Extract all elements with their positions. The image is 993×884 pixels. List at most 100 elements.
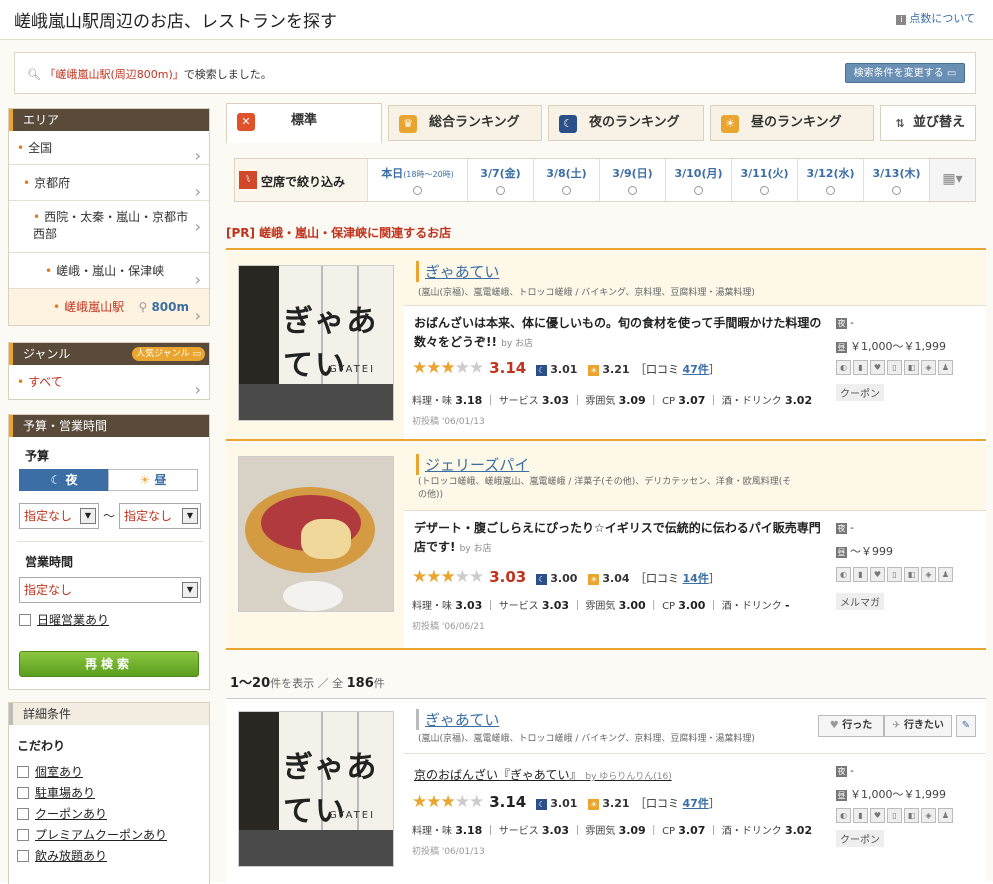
tab-overall-ranking[interactable]: ♛ 総合ランキング	[388, 105, 542, 141]
date-radio[interactable]	[892, 186, 901, 195]
budget-max-select[interactable]: 指定なし ▼	[119, 503, 201, 529]
budget-min-select[interactable]: 指定なし ▼	[19, 503, 99, 529]
date-cell[interactable]: 3/7(金)	[467, 159, 533, 201]
genre-item-all[interactable]: • すべて	[9, 365, 209, 407]
sun-icon: ☀	[588, 573, 600, 585]
tab-standard[interactable]: ✕ 標準	[226, 103, 382, 143]
date-label: 3/7(金)	[480, 167, 521, 180]
cp-score: 3.07	[678, 394, 706, 407]
check-all-you-can-drink[interactable]: 飲み放題あり	[17, 847, 107, 864]
checkbox-box[interactable]	[17, 808, 29, 820]
date-radio[interactable]	[496, 186, 505, 195]
area-item-kyoto[interactable]: • 京都府	[9, 165, 209, 210]
checkbox-box[interactable]	[19, 614, 31, 626]
date-radio[interactable]	[562, 186, 571, 195]
edit-button[interactable]: ✎	[956, 715, 976, 737]
post-author: by ゆらりんりん(16)	[585, 772, 672, 782]
check-premium-coupon[interactable]: プレミアムクーポンあり	[17, 826, 167, 843]
checkbox-box[interactable]	[17, 766, 29, 778]
feature-icon: ◐	[836, 567, 851, 582]
review-count-link[interactable]: 47件	[683, 797, 709, 810]
first-post-date: 初投稿 '06/01/13	[412, 417, 485, 427]
date-cell[interactable]: 3/12(水)	[797, 159, 863, 201]
research-button[interactable]: 再検索	[19, 651, 199, 677]
sunday-checkbox[interactable]: 日曜営業あり	[19, 611, 109, 628]
went-button[interactable]: ♥ 行った	[818, 715, 884, 737]
checkbox-box[interactable]	[17, 850, 29, 862]
restaurant-category: (嵐山(京福)、嵐電嵯峨、トロッコ嵯峨 / バイキング、京料理、豆腐料理・湯葉料…	[418, 288, 755, 298]
date-cell[interactable]: 3/11(火)	[731, 159, 797, 201]
date-cell[interactable]: 3/8(土)	[533, 159, 599, 201]
area-item-west-kyoto[interactable]: • 西院・太秦・嵐山・京都市西部	[9, 201, 209, 253]
today-label: 本日	[381, 167, 404, 180]
star-rating-icon: ★★★★★	[412, 792, 484, 812]
date-radio[interactable]	[628, 186, 637, 195]
area-item-station[interactable]: • 嵯峨嵐山駅 ⚲ 800m	[9, 289, 209, 334]
mood-score: 3.09	[618, 394, 646, 407]
date-radio[interactable]	[413, 186, 422, 195]
date-today[interactable]: 本日(18時〜20時)	[367, 159, 467, 201]
check-coupon[interactable]: クーポンあり	[17, 805, 107, 822]
want-button[interactable]: ✈ 行きたい	[884, 715, 952, 737]
catch-copy[interactable]: 京のおばんざい『ぎゃあてい』 by ゆらりんりん(16)	[414, 766, 824, 787]
night-budget-value: -	[850, 521, 854, 534]
tab-day-ranking[interactable]: ☀ 昼のランキング	[710, 105, 874, 141]
day-budget-icon: 昼	[836, 341, 847, 353]
date-cell[interactable]: 3/9(日)	[599, 159, 665, 201]
catch-copy[interactable]: おばんざいは本来、体に優しいもの。旬の食材を使って手間暇かけた料理の数々をどうぞ…	[414, 314, 824, 354]
catch-copy[interactable]: デザート・腹ごしらえにぴったり☆イギリスで伝統的に伝わるパイ販売専門店です! b…	[414, 519, 824, 559]
pr-title: [PR] 嵯峨・嵐山・保津峡に関連するお店	[226, 226, 452, 240]
date-radio[interactable]	[826, 186, 835, 195]
score-help-text[interactable]: 点数について	[909, 12, 975, 25]
area-panel: エリア •全国 •京都府 •西院・太秦・嵐山・京都市西部 •嵯峨・嵐山・保津峡 …	[8, 108, 210, 334]
restaurant-name[interactable]: ぎゃあてい	[416, 709, 499, 730]
tab-night-ranking[interactable]: ☾ 夜のランキング	[548, 105, 704, 141]
checkbox-box[interactable]	[17, 829, 29, 841]
day-toggle[interactable]: ☀ 昼	[108, 469, 198, 491]
sort-icon: ⇅	[895, 117, 905, 130]
restaurant-name[interactable]: ぎゃあてい	[416, 261, 499, 282]
drink-score: 3.02	[784, 394, 813, 407]
area-item-saga-arashiyama[interactable]: • 嵯峨・嵐山・保津峡	[9, 253, 209, 298]
drink-label: 酒・ドリンク	[721, 601, 782, 612]
restaurant-photo[interactable]: ぎゃあてい GYATEI	[238, 711, 394, 867]
night-budget-icon: 夜	[836, 522, 847, 534]
day-toggle-label: 昼	[154, 473, 167, 487]
area-item-japan[interactable]: • 全国	[9, 131, 209, 173]
sub-scores: 料理・味 3.18 ｜ サービス 3.03 ｜ 雰囲気 3.09 ｜ CP 3.…	[412, 824, 813, 837]
check-private-room[interactable]: 個室あり	[17, 763, 83, 780]
day-budget-icon: 昼	[836, 789, 847, 801]
day-budget: 昼 ￥1,000〜￥1,999	[836, 786, 946, 802]
night-toggle[interactable]: ☾ 夜	[19, 469, 109, 491]
restaurant-photo[interactable]: ぎゃあてい GYATEI	[238, 265, 394, 421]
hours-select[interactable]: 指定なし ▼	[19, 577, 201, 603]
service-label: サービス	[498, 601, 539, 612]
night-budget: 夜-	[836, 764, 854, 777]
bullet-icon: •	[17, 375, 25, 389]
night-score: 3.01	[550, 363, 578, 376]
restaurant-name[interactable]: ジェリーズパイ	[416, 454, 529, 475]
change-search-button[interactable]: 検索条件を変更する ▭	[845, 63, 965, 83]
restaurant-photo[interactable]	[238, 456, 394, 612]
score-help-link[interactable]: i 点数について	[896, 10, 975, 26]
check-parking[interactable]: 駐車場あり	[17, 784, 95, 801]
review-count-link[interactable]: 14件	[683, 572, 709, 585]
date-radio[interactable]	[760, 186, 769, 195]
seat-icon: ⑊	[239, 171, 257, 189]
date-cell[interactable]: 3/13(木)	[863, 159, 929, 201]
date-radio[interactable]	[694, 186, 703, 195]
result-count: 1〜20件を表示 ／ 全 186件	[230, 672, 385, 691]
date-label: 本日(18時〜20時)	[368, 165, 467, 181]
calendar-button[interactable]: ▦▾	[929, 159, 975, 201]
review-count-link[interactable]: 47件	[683, 363, 709, 376]
feature-icon: ▯	[887, 360, 902, 375]
moon-icon: ☾	[536, 573, 548, 585]
feature-icon: ♥	[870, 808, 885, 823]
tab-sort[interactable]: ⇅ 並び替え	[880, 105, 976, 141]
popular-genre-badge[interactable]: 人気ジャンル ▭	[132, 347, 205, 361]
taste-label: 料理・味	[412, 601, 452, 612]
page-title: 嵯峨嵐山駅周辺のお店、レストランを探す	[14, 12, 337, 32]
checkbox-box[interactable]	[17, 787, 29, 799]
date-cell[interactable]: 3/10(月)	[665, 159, 731, 201]
edit-icon: ✎	[961, 720, 971, 731]
